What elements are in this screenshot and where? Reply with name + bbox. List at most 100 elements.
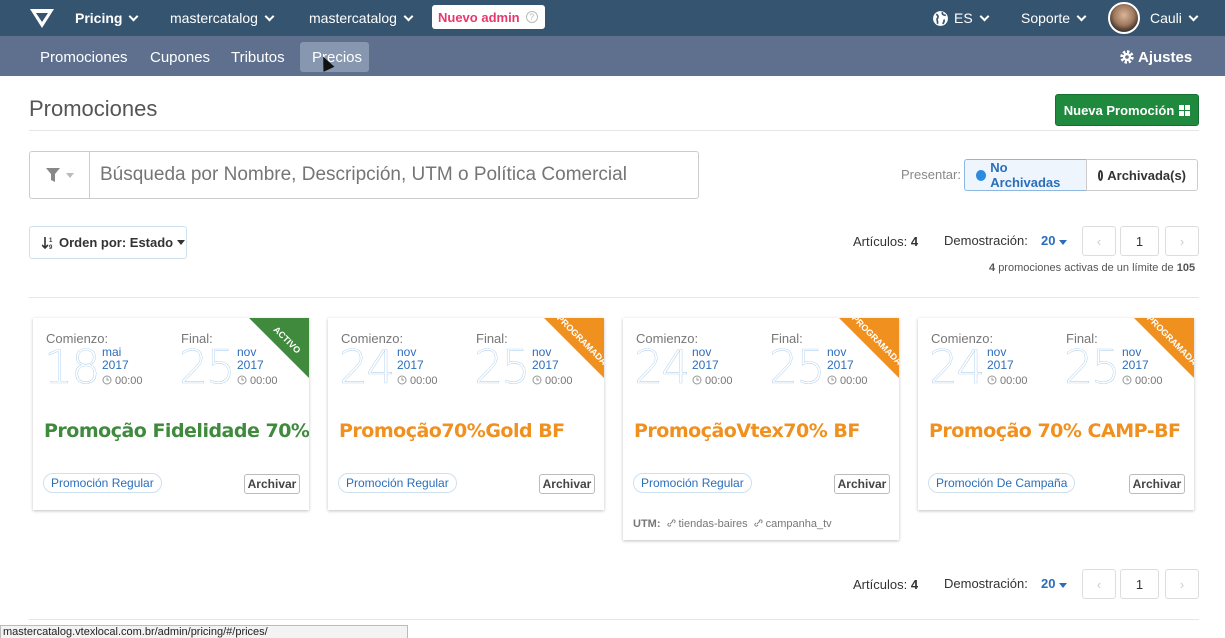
settings-label: Ajustes [1138,48,1193,66]
start-month-year: mai 2017 [102,345,129,372]
items-count-label: Artículos: 4 [853,234,919,249]
page-size-value: 20 [1041,576,1056,591]
start-month-year: nov 2017 [692,345,719,372]
promotion-name[interactable]: PromoçãoVtex70% BF [634,420,860,442]
divider [29,297,1199,298]
filter-archived-label: Archivada(s) [1107,167,1186,183]
app-switcher[interactable]: Pricing [75,0,139,36]
globe-icon [933,10,948,26]
next-page-button[interactable]: › [1165,569,1199,599]
start-month-year: nov 2017 [987,345,1014,372]
caret-down-icon [1059,240,1068,245]
clock-icon [102,375,115,387]
page-number[interactable]: 1 [1120,226,1159,256]
promotion-card[interactable]: PROGRAMADA Comienzo: 24 nov 2017 00:00 Final: 2… [328,318,604,510]
promotion-card[interactable]: ACTIVO Comienzo: 18 mai 2017 00:00 Final: 25 nov… [33,318,309,510]
end-month-year: nov 2017 [827,345,854,372]
present-label: Presentar: [901,167,961,182]
store-switcher[interactable]: mastercatalog [309,0,414,36]
clock-icon [987,375,1000,387]
next-page-button[interactable]: › [1165,226,1199,256]
link-icon [661,518,679,530]
start-day: 24 [339,340,396,394]
new-promotion-button[interactable]: Nueva Promoción [1055,94,1199,126]
active-count: 4 [989,262,996,274]
chevron-down-icon [129,11,139,21]
settings-button[interactable]: Ajustes [1107,42,1204,72]
utm-tag: campanha_tv [765,518,832,530]
clock-icon [397,375,410,387]
end-month-year: nov 2017 [237,345,264,372]
page-size-dropdown[interactable]: 20 [1041,233,1068,248]
divider [29,130,1199,131]
page-number[interactable]: 1 [1120,569,1159,599]
end-day: 25 [769,340,826,394]
sort-label: Orden por: Estado [59,235,174,250]
archive-button[interactable]: Archivar [1129,474,1185,494]
start-day: 24 [634,340,691,394]
user-menu[interactable]: Cauli [1150,0,1199,36]
vtex-logo-icon[interactable] [28,0,58,36]
utm-tag: tiendas-baires [678,518,748,530]
display-label: Demostración: [944,576,1028,591]
page-title: Promociones [29,96,158,121]
prev-page-button[interactable]: ‹ [1082,569,1116,599]
prev-page-button[interactable]: ‹ [1082,226,1116,256]
clock-icon [692,375,705,387]
tab-precios[interactable]: Precios [300,42,369,72]
archive-button[interactable]: Archivar [834,474,890,494]
filter-archived[interactable]: Archivada(s) [1086,159,1198,191]
caret-down-icon [65,172,74,178]
support-menu[interactable]: Soporte [1021,0,1087,36]
filter-dropdown[interactable] [30,152,90,198]
end-time: 00:00 [532,375,573,387]
account-name: mastercatalog [170,10,258,26]
help-icon: ? [525,11,538,23]
account-switcher[interactable]: mastercatalog [170,0,275,36]
end-time: 00:00 [1122,375,1163,387]
promotion-type-tag: Promoción Regular [43,473,162,493]
sort-icon: 19 [42,236,53,250]
page-size-value: 20 [1041,233,1056,248]
chevron-down-icon [264,11,275,21]
start-time: 00:00 [987,375,1028,387]
tab-tributos[interactable]: Tributos [219,42,297,72]
clock-icon [1122,375,1135,387]
new-admin-badge[interactable]: Nuevo admin? [432,5,545,29]
promotion-name[interactable]: Promoção 70% CAMP-BF [929,420,1181,442]
items-count: 4 [910,577,919,592]
language-switcher[interactable]: ES [932,0,990,36]
chevron-down-icon [979,11,990,21]
caret-down-icon [177,240,186,245]
promotion-type-tag: Promoción Regular [338,473,457,493]
sort-dropdown[interactable]: 19 Orden por: Estado [29,226,187,259]
utm-list: UTM: tiendas-baires campanha_tv [633,518,832,530]
filter-not-archived[interactable]: No Archivadas [964,159,1087,191]
promotion-name[interactable]: Promoção70%Gold BF [339,420,565,442]
page-size-dropdown[interactable]: 20 [1041,576,1068,591]
new-promotion-label: Nueva Promoción [1063,102,1175,118]
tab-promociones[interactable]: Promociones [28,42,140,72]
clock-icon [532,375,545,387]
avatar[interactable] [1108,2,1140,34]
top-navbar: Pricing mastercatalog mastercatalog Nuev… [0,0,1225,36]
archive-button[interactable]: Archivar [539,474,595,494]
items-count: 4 [910,234,919,249]
filter-icon [45,168,60,182]
end-month-year: nov 2017 [532,345,559,372]
new-admin-label: Nuevo admin [438,9,520,25]
browser-status-bar: mastercatalog.vtexlocal.com.br/admin/pri… [0,625,408,638]
promotion-card[interactable]: PROGRAMADA Comienzo: 24 nov 2017 00:00 Final: 2… [623,318,899,540]
search-input[interactable] [100,164,680,186]
promotion-name[interactable]: Promoção Fidelidade 70% BF [44,420,309,442]
archive-button[interactable]: Archivar [244,474,300,494]
search-bar [29,151,699,199]
display-label: Demostración: [944,233,1028,248]
items-count-label: Artículos: 4 [853,577,919,592]
end-day: 25 [179,340,236,394]
clock-icon [237,375,250,387]
language-label: ES [954,10,973,26]
promotion-card[interactable]: PROGRAMADA Comienzo: 24 nov 2017 00:00 Final: 2… [918,318,1194,510]
tab-cupones[interactable]: Cupones [138,42,222,72]
end-day: 25 [1064,340,1121,394]
